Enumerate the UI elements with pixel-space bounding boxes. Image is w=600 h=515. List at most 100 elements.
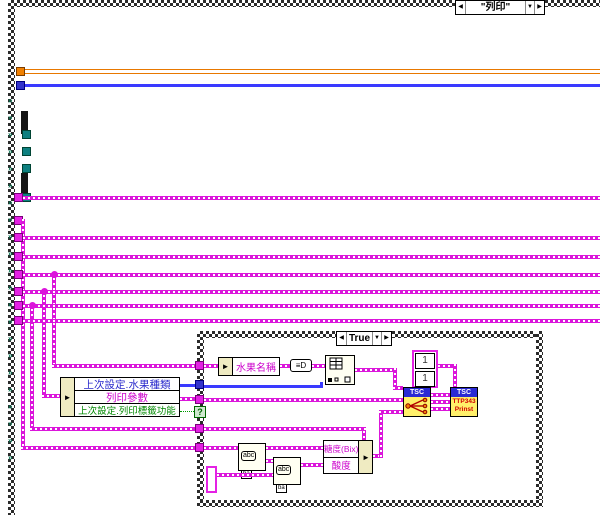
wire-string (379, 410, 403, 414)
wire-string (23, 196, 600, 200)
bundle-row[interactable]: 酸度 (324, 457, 359, 473)
case-prev-button[interactable]: ◀ (337, 332, 347, 345)
string-tunnel[interactable] (14, 193, 23, 202)
case-next-button[interactable]: ▶ (381, 332, 391, 345)
wire-string (312, 364, 325, 368)
string-function-node[interactable]: abc ba (273, 457, 301, 493)
wire-string (362, 431, 366, 440)
bundle-arrow-icon: ► (362, 452, 370, 462)
wire-string (23, 255, 600, 259)
build-table-node[interactable] (325, 355, 355, 385)
chevron-icon: » (8, 385, 13, 394)
wire-string (42, 394, 60, 398)
unbundle-row[interactable]: 上次設定.水果種類 (75, 378, 179, 391)
string-tunnel[interactable] (14, 316, 23, 325)
unbundle-input-arrow: ► (219, 358, 233, 375)
wire-string (180, 397, 196, 401)
chevron-down-icon[interactable]: ▼ (372, 332, 381, 345)
string-tunnel[interactable] (195, 443, 204, 452)
wire-string (204, 398, 403, 402)
string-tunnel[interactable] (14, 287, 23, 296)
unbundle-row-label: 列印參數 (106, 391, 148, 404)
wire-junction (29, 302, 36, 309)
wire-string (217, 473, 273, 477)
array-element[interactable]: 1 (415, 371, 435, 387)
subvi-label: TTP343 (452, 398, 476, 405)
wire-string (30, 304, 34, 431)
bundle-row[interactable]: 糖度(Bix) (324, 441, 359, 458)
wire-junction (41, 288, 48, 295)
outer-case-selector-label[interactable]: "列印" (466, 1, 525, 14)
chevron-icon: » (8, 334, 13, 343)
chevron-down-icon: ▼ (527, 4, 533, 10)
wire-int (25, 84, 600, 87)
table-grid-icon (328, 357, 351, 383)
outer-case-selector[interactable]: ◀ "列印" ▼ ▶ (455, 0, 545, 15)
tsc-split-subvi[interactable]: TSC (403, 387, 431, 417)
subvi-header: TSC (451, 388, 477, 397)
wire-string (393, 386, 403, 390)
inner-case-selector[interactable]: ◀ True ▼ ▶ (336, 331, 392, 346)
clipped-terminal-icon (22, 164, 31, 173)
string-tunnel[interactable] (195, 395, 204, 404)
chevron-icon: » (8, 113, 13, 122)
inner-case-left-border (197, 331, 204, 507)
bundle-by-name-brix[interactable]: 糖度(Bix) 酸度 ► (323, 440, 373, 474)
abc-icon: abc (276, 465, 292, 475)
chevron-icon: » (8, 181, 13, 190)
wire-string (23, 273, 600, 277)
subvi-header: TSC (404, 388, 430, 397)
wire-int (180, 384, 195, 387)
unbundle-by-name-settings[interactable]: ► 上次設定.水果種類 列印參數 上次設定.列印標籤功能 (60, 377, 180, 417)
bundle-row-label: 糖度(Bix) (324, 443, 359, 454)
wire-string (431, 393, 450, 397)
inner-case-bottom-border (197, 500, 543, 507)
left-arrow-icon: ◀ (339, 335, 344, 341)
string-tunnel[interactable] (195, 361, 204, 370)
unbundle-row[interactable]: 列印參數 (75, 391, 179, 404)
chevron-icon: » (8, 147, 13, 156)
wire-string (30, 427, 197, 431)
string-function-node[interactable]: abc ba (238, 443, 266, 479)
numeric-int-terminal[interactable] (16, 81, 25, 90)
case-selector-terminal[interactable]: ? (194, 406, 206, 418)
bundle-arrow-icon: ► (221, 362, 230, 371)
abc-icon: abc (241, 451, 257, 461)
bundle-arrow-icon: ► (63, 392, 72, 402)
wire-string (204, 364, 218, 368)
string-tunnel[interactable] (14, 252, 23, 261)
case-prev-button[interactable]: ◀ (456, 1, 466, 14)
right-arrow-icon: ▶ (537, 4, 542, 10)
string-tunnel[interactable] (14, 301, 23, 310)
string-tunnel[interactable] (195, 424, 204, 433)
unbundle-row[interactable]: 水果名稱 (233, 358, 279, 375)
string-tunnel[interactable] (14, 270, 23, 279)
fanout-icon (405, 397, 428, 415)
labview-block-diagram: ◀ "列印" ▼ ▶ » » » » » » » » » » » » » » »… (0, 0, 600, 515)
chevron-icon: » (8, 351, 13, 360)
chevron-icon: » (8, 419, 13, 428)
inner-case-selector-label[interactable]: True (347, 332, 372, 345)
wire-dbl-array (25, 69, 600, 74)
numeric-dbl-terminal[interactable] (16, 67, 25, 76)
case-dropdown-button[interactable]: ▼ (525, 1, 534, 14)
chevron-icon: » (8, 453, 13, 462)
wire-string (355, 368, 397, 372)
int-tunnel[interactable] (195, 380, 204, 389)
string-tunnel[interactable] (14, 233, 23, 242)
tsc-printer-subvi[interactable]: TSC TTP343 Prinst (450, 387, 478, 417)
string-primitive-icon[interactable]: ≡D (290, 359, 312, 372)
unbundle-by-name-fruit[interactable]: ► 水果名稱 (218, 357, 280, 376)
string-constant[interactable] (206, 466, 217, 493)
bundle-output-column: ► (358, 441, 373, 473)
unbundle-row[interactable]: 上次設定.列印標籤功能 (75, 404, 179, 416)
array-constant[interactable]: 1 1 (412, 350, 438, 388)
clipped-terminal-icon (22, 147, 31, 156)
unbundle-row-label: 上次設定.列印標籤功能 (78, 406, 176, 416)
wire-string (453, 364, 457, 387)
case-next-button[interactable]: ▶ (534, 1, 544, 14)
wire-string (266, 446, 323, 450)
array-element[interactable]: 1 (415, 353, 435, 369)
wire-string (280, 364, 290, 368)
chevron-icon: » (8, 368, 13, 377)
